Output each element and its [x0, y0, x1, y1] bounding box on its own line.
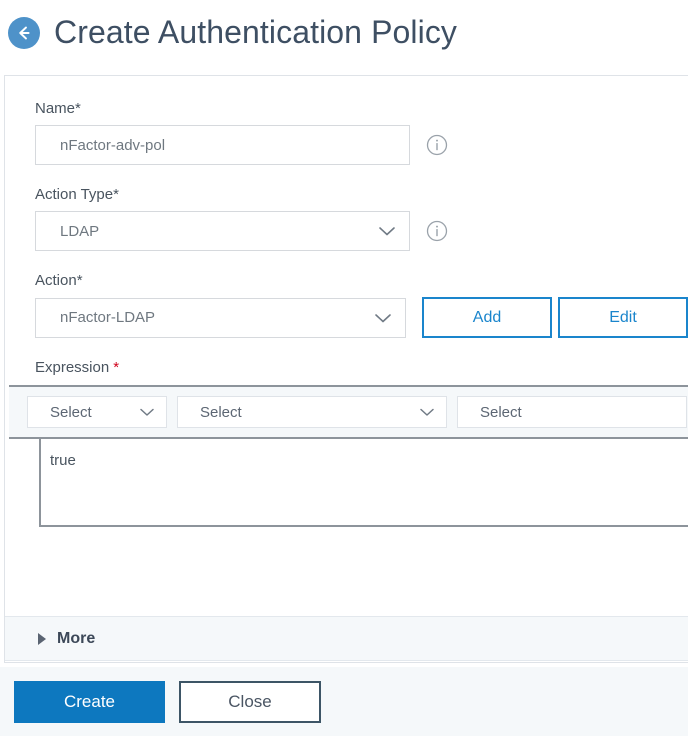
field-action: Action* nFactor-LDAP Add Edit	[35, 272, 688, 338]
field-action-type: Action Type* LDAP	[35, 186, 688, 251]
expression-textarea[interactable]	[39, 439, 688, 527]
action-label: Action*	[35, 272, 83, 289]
name-input[interactable]	[35, 125, 410, 165]
expression-select-2-value: Select	[200, 403, 242, 421]
name-info-icon[interactable]	[426, 134, 448, 156]
page-title: Create Authentication Policy	[54, 13, 458, 50]
field-name: Name*	[35, 100, 688, 165]
edit-action-button[interactable]: Edit	[558, 297, 688, 338]
action-select[interactable]: nFactor-LDAP	[35, 297, 406, 338]
chevron-down-icon	[377, 224, 397, 238]
expression-label-text: Expression	[35, 359, 110, 376]
expression-select-2[interactable]: Select	[177, 396, 447, 428]
expression-label: Expression *	[35, 359, 688, 376]
triangle-right-icon	[38, 632, 46, 645]
chevron-down-icon	[418, 406, 436, 418]
chevron-down-icon	[373, 311, 393, 325]
expression-editor-wrap	[9, 439, 688, 532]
action-type-select[interactable]: LDAP	[35, 211, 410, 251]
page-header: Create Authentication Policy	[0, 0, 688, 58]
expression-toolbar: Select Select Select	[9, 385, 688, 439]
add-action-button[interactable]: Add	[422, 297, 552, 338]
create-button[interactable]: Create	[14, 680, 165, 723]
more-section-toggle[interactable]: More	[5, 616, 688, 661]
action-type-label: Action Type*	[35, 186, 119, 203]
expression-select-1[interactable]: Select	[27, 396, 167, 428]
form-card: Name* Action Type* LDAP	[4, 75, 688, 663]
expression-select-1-value: Select	[50, 403, 92, 421]
expression-select-3[interactable]: Select	[457, 396, 687, 428]
close-button[interactable]: Close	[179, 680, 321, 723]
back-arrow-icon	[15, 24, 33, 42]
expression-required-mark: *	[113, 359, 120, 376]
more-label: More	[57, 629, 96, 647]
action-type-value: LDAP	[60, 222, 100, 240]
field-expression: Expression * Select Select Select true	[9, 359, 688, 532]
action-value: nFactor-LDAP	[60, 309, 156, 326]
form-body: Name* Action Type* LDAP	[5, 76, 688, 532]
expression-select-3-value: Select	[480, 403, 522, 421]
back-button[interactable]	[8, 17, 40, 49]
chevron-down-icon	[138, 406, 156, 418]
action-type-info-icon[interactable]	[426, 220, 448, 242]
name-label: Name*	[35, 100, 81, 117]
footer-actions: Create Close	[0, 667, 688, 736]
